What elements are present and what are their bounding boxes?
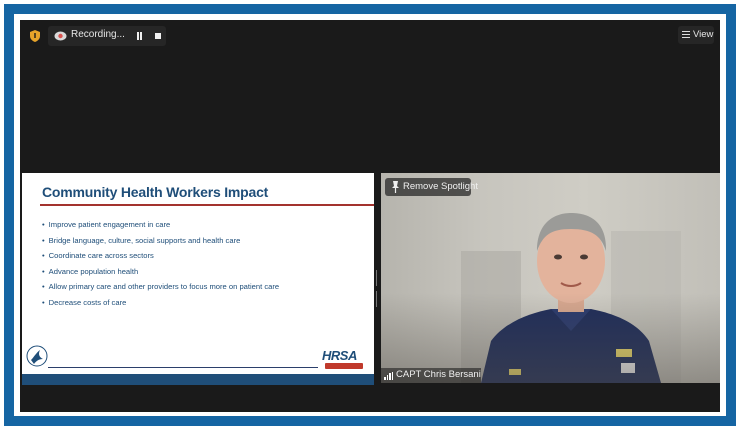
meeting-window: Recording... View Community Health Worke… [20, 20, 720, 412]
participant-name: CAPT Chris Bersani [396, 369, 481, 380]
slide-title-divider [40, 204, 374, 206]
slide-bullet: Bridge language, culture, social support… [42, 233, 279, 249]
hhs-eagle-logo [26, 345, 48, 367]
pin-icon [392, 181, 399, 193]
participant-video: Remove Spotlight CAPT Chris Bersani [381, 173, 720, 383]
slide-bottom-bar [22, 374, 374, 385]
view-button[interactable]: View [678, 26, 714, 44]
slide-bullet: Decrease costs of care [42, 295, 279, 311]
hrsa-logo-text: HRSA [322, 348, 357, 363]
slide-title: Community Health Workers Impact [42, 184, 269, 200]
outer-frame: Recording... View Community Health Worke… [4, 4, 736, 426]
slide-bullet-list: Improve patient engagement in care Bridg… [42, 217, 279, 310]
panel-resize-handle[interactable] [376, 270, 379, 307]
signal-strength-icon [384, 372, 393, 380]
view-grid-icon [682, 31, 690, 38]
remove-spotlight-button[interactable]: Remove Spotlight [385, 178, 478, 196]
shared-slide: Community Health Workers Impact Improve … [22, 173, 374, 385]
inner-frame: Recording... View Community Health Worke… [14, 14, 726, 416]
hrsa-logo-tagline [325, 363, 363, 369]
view-label: View [693, 29, 714, 40]
pause-recording-button[interactable] [134, 30, 146, 42]
cloud-recording-icon [54, 31, 67, 41]
remove-spotlight-label: Remove Spotlight [403, 181, 478, 192]
stop-recording-button[interactable] [152, 30, 164, 42]
slide-footer-line [48, 367, 318, 368]
shield-icon[interactable] [30, 30, 40, 42]
hrsa-logo: HRSA [322, 348, 366, 372]
slide-bullet: Allow primary care and other providers t… [42, 279, 279, 295]
slide-bullet: Advance population health [42, 264, 279, 280]
recording-label: Recording... [71, 29, 125, 40]
participant-name-tag: CAPT Chris Bersani [381, 368, 481, 383]
recording-indicator: Recording... [48, 26, 166, 46]
slide-bullet: Improve patient engagement in care [42, 217, 279, 233]
top-toolbar: Recording... View [20, 20, 720, 50]
slide-bullet: Coordinate care across sectors [42, 248, 279, 264]
